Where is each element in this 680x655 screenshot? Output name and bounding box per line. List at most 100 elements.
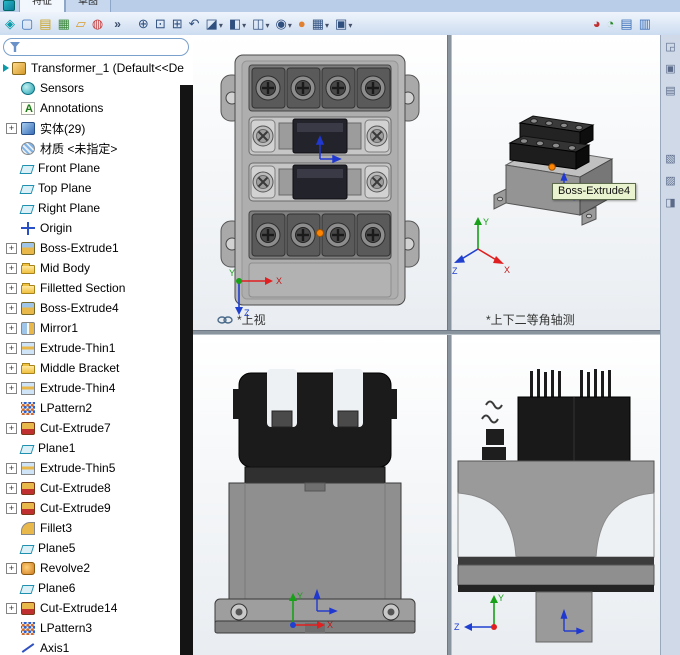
dropdown-arrow-icon[interactable]	[264, 15, 269, 33]
tab-features[interactable]: 特征	[19, 0, 65, 12]
expander-icon[interactable]	[6, 602, 17, 614]
panel-splitter[interactable]	[180, 85, 193, 655]
task-pane-resources-button[interactable]: ▣	[664, 61, 676, 78]
expander-icon[interactable]	[6, 382, 17, 394]
expander-icon[interactable]	[6, 362, 17, 374]
expander-icon[interactable]	[6, 422, 17, 434]
tree-item-mirror1[interactable]: Mirror1	[0, 318, 193, 338]
side-view-model[interactable]: Z Y	[452, 335, 660, 655]
screen-capture-button[interactable]: ▥	[636, 13, 654, 34]
tree-item-cut-extrude7[interactable]: Cut-Extrude7	[0, 418, 193, 438]
flyout-arrow-icon[interactable]	[3, 64, 9, 72]
tree-filter-input[interactable]	[24, 40, 182, 54]
task-pane-library-button[interactable]: ▤	[664, 83, 676, 100]
tree-item-top-plane[interactable]: Top Plane	[0, 178, 193, 198]
tree-item-extrude-thin5[interactable]: Extrude-Thin5	[0, 458, 193, 478]
expander-icon[interactable]	[6, 342, 17, 354]
zoom-area-button[interactable]: ⊞	[169, 13, 186, 34]
toolbar-view-group: ⊕ ⊡ ⊞ ↶ ◪ ◧ ◫ ◉ ● ▦ ▣	[135, 12, 355, 35]
tree-item-middle-bracket[interactable]: Middle Bracket	[0, 358, 193, 378]
tree-item-revolve2[interactable]: Revolve2	[0, 558, 193, 578]
tree-item-label: Plane6	[38, 581, 76, 595]
tree-root-item[interactable]: Transformer_1 (Default<<De	[0, 58, 193, 78]
top-view-model[interactable]: X Z Y	[193, 35, 447, 330]
horizontal-splitter[interactable]	[193, 330, 660, 335]
expander-icon[interactable]	[6, 322, 17, 334]
expander-icon[interactable]	[6, 242, 17, 254]
dropdown-arrow-icon[interactable]	[347, 15, 352, 33]
display-style-button[interactable]: ◫	[249, 13, 272, 34]
tree-item-cut-extrude8[interactable]: Cut-Extrude8	[0, 478, 193, 498]
make-assembly-button[interactable]: ▦	[55, 13, 73, 34]
tree-item-fillet3[interactable]: Fillet3	[0, 518, 193, 538]
dropdown-arrow-icon[interactable]	[324, 15, 329, 33]
expander-icon[interactable]	[6, 282, 17, 294]
tree-item-lpattern2[interactable]: LPattern2	[0, 398, 193, 418]
render-preview-button[interactable]: ◔	[604, 13, 618, 34]
expander-icon[interactable]	[6, 302, 17, 314]
hide-show-items-button[interactable]: ◉	[272, 13, 294, 34]
view-orientation-button[interactable]: ◧	[226, 13, 249, 34]
dropdown-arrow-icon[interactable]	[218, 15, 223, 33]
view-settings-button[interactable]: ▣	[332, 13, 355, 34]
expander-icon[interactable]	[6, 462, 17, 474]
tree-item-filletted-section[interactable]: Filletted Section	[0, 278, 193, 298]
tree-item-annotations[interactable]: Annotations	[0, 98, 193, 118]
tree-item-boss-extrude1[interactable]: Boss-Extrude1	[0, 238, 193, 258]
tree-item-lpattern3[interactable]: LPattern3	[0, 618, 193, 638]
toolbar-overflow-button[interactable]: »	[114, 17, 121, 31]
collapse-pane-icon: ◲	[665, 41, 676, 53]
plane-icon	[19, 444, 35, 454]
expander-icon[interactable]	[6, 122, 17, 134]
tree-item-plane6[interactable]: Plane6	[0, 578, 193, 598]
apply-scene-button[interactable]: ▦	[309, 13, 332, 34]
view-settings-icon: ▣	[335, 16, 348, 31]
expander-icon[interactable]	[6, 482, 17, 494]
edit-appearance-button[interactable]: ●	[295, 13, 309, 34]
section-view-button[interactable]: ◪	[203, 13, 226, 34]
tree-item-plane5[interactable]: Plane5	[0, 538, 193, 558]
tree-item-right-plane[interactable]: Right Plane	[0, 198, 193, 218]
tree-item-boss-extrude4[interactable]: Boss-Extrude4	[0, 298, 193, 318]
front-view-model[interactable]: X Y	[193, 335, 447, 655]
new-document-button[interactable]: ▢	[18, 13, 36, 34]
zoom-in-button[interactable]: ⊕	[135, 13, 152, 34]
view-label-isometric: *上下二等角轴测	[486, 311, 575, 328]
display-options-button[interactable]: ▤	[617, 13, 635, 34]
tree-item-axis1[interactable]: Axis1	[0, 638, 193, 655]
task-pane-custom-button[interactable]: ◨	[664, 195, 676, 212]
vertical-splitter[interactable]	[447, 35, 452, 655]
axis-icon	[21, 642, 35, 655]
dropdown-arrow-icon[interactable]	[241, 15, 246, 33]
cut-extrude-icon	[21, 421, 35, 435]
collapse-pane-button[interactable]: ◲	[664, 39, 676, 56]
tree-item-plane1[interactable]: Plane1	[0, 438, 193, 458]
part-icon	[12, 61, 26, 75]
tree-item-front-plane[interactable]: Front Plane	[0, 158, 193, 178]
tree-item-label: Extrude-Thin5	[40, 461, 116, 475]
tree-item-extrude-thin4[interactable]: Extrude-Thin4	[0, 378, 193, 398]
task-pane-palette-button[interactable]: ▧	[664, 151, 676, 168]
expander-icon[interactable]	[6, 502, 17, 514]
tree-item-材质-未指定-[interactable]: 材质 <未指定>	[0, 138, 193, 158]
expander-icon[interactable]	[6, 562, 17, 574]
tree-item-origin[interactable]: Origin	[0, 218, 193, 238]
open-button[interactable]: ▱	[73, 13, 89, 34]
tree-item-cut-extrude14[interactable]: Cut-Extrude14	[0, 598, 193, 618]
app-button[interactable]: ◈	[2, 13, 18, 34]
tree-item-实体-29-[interactable]: 实体(29)	[0, 118, 193, 138]
tree-item-mid-body[interactable]: Mid Body	[0, 258, 193, 278]
tab-sketch[interactable]: 草图	[65, 0, 111, 12]
expander-icon[interactable]	[6, 262, 17, 274]
tree-item-sensors[interactable]: Sensors	[0, 78, 193, 98]
task-pane-resources-icon: ▣	[665, 63, 676, 75]
dropdown-arrow-icon[interactable]	[287, 15, 292, 33]
task-pane-appearances-button[interactable]: ▨	[664, 173, 676, 190]
edit-color-button[interactable]: ◕	[590, 13, 604, 34]
previous-view-button[interactable]: ↶	[186, 13, 203, 34]
web-button[interactable]: ◍	[89, 13, 106, 34]
tree-item-cut-extrude9[interactable]: Cut-Extrude9	[0, 498, 193, 518]
make-drawing-button[interactable]: ▤	[36, 13, 54, 34]
zoom-fit-button[interactable]: ⊡	[152, 13, 169, 34]
tree-item-extrude-thin1[interactable]: Extrude-Thin1	[0, 338, 193, 358]
